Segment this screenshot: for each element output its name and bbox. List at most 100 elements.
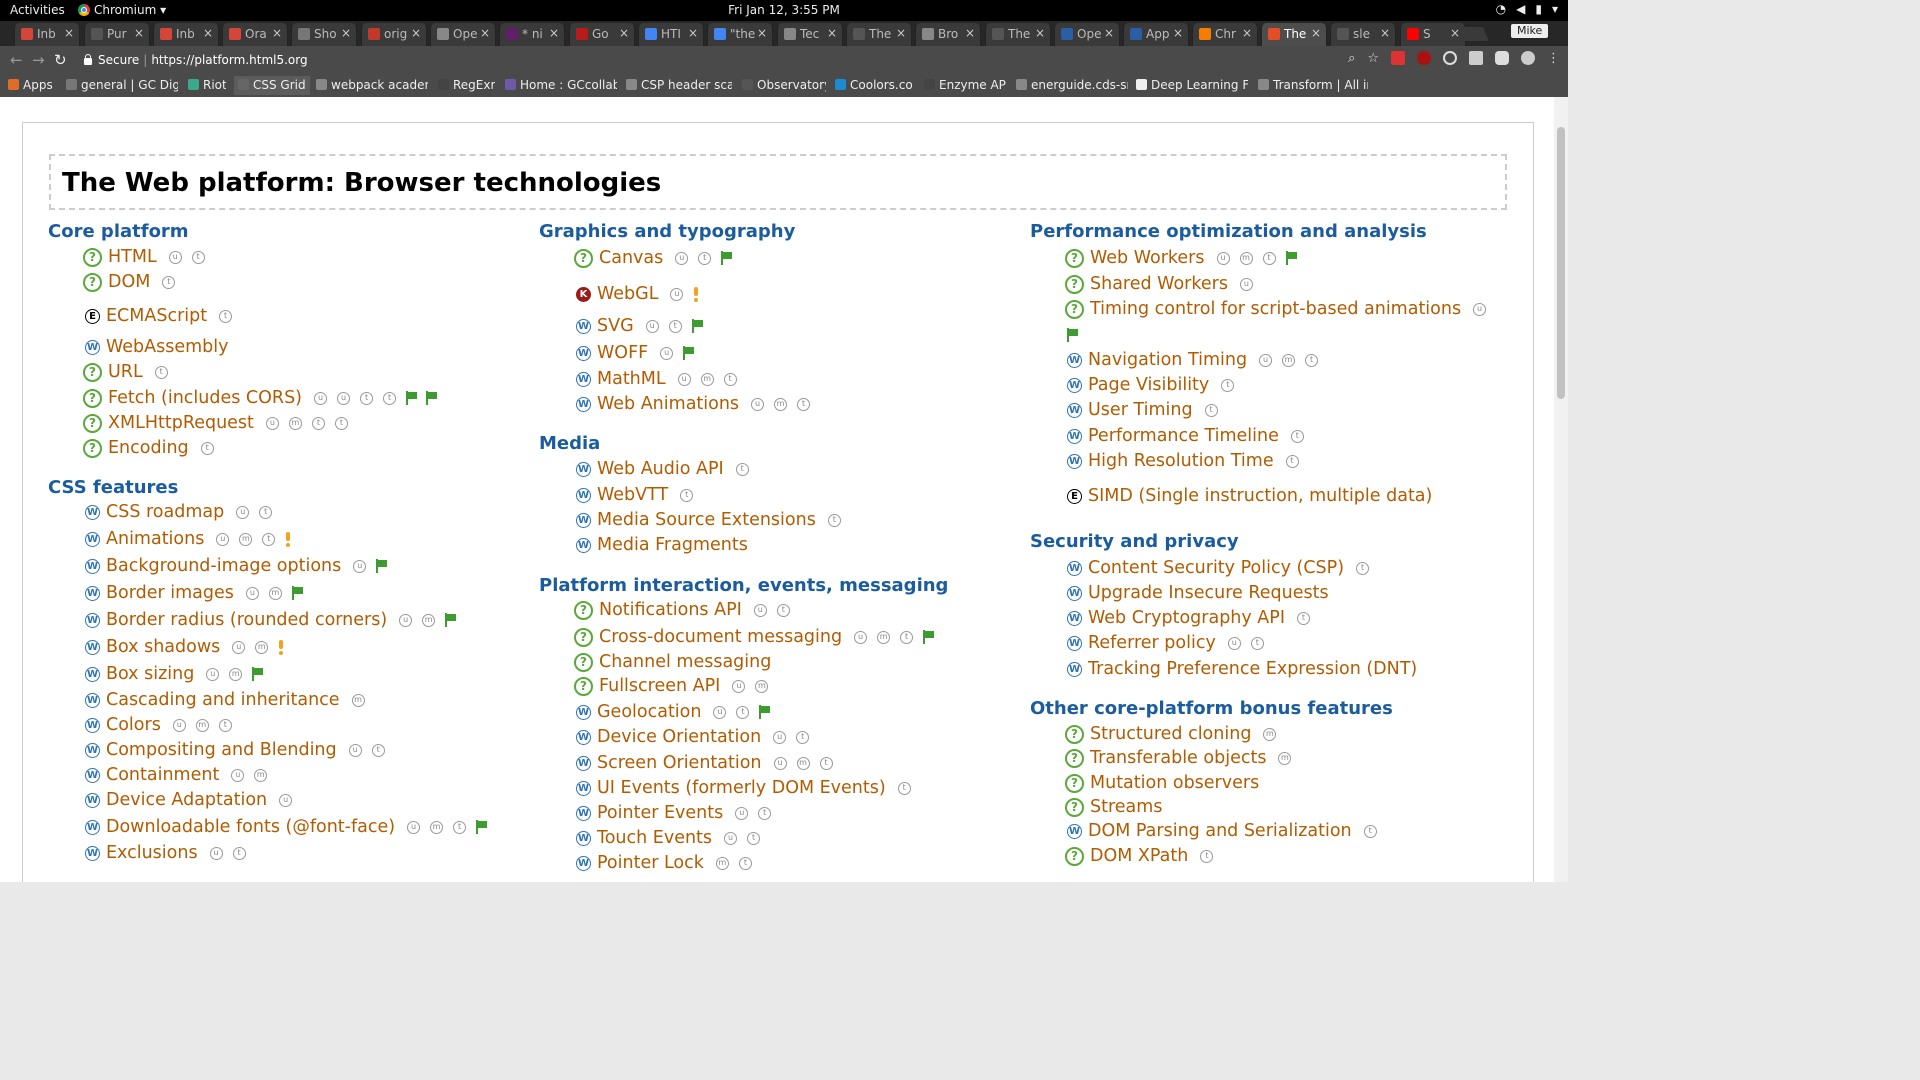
m-reference-icon[interactable]: m [1278, 751, 1292, 765]
tab[interactable]: The × [1261, 23, 1327, 46]
feature-link[interactable]: Background-image options [106, 556, 341, 576]
feature-link[interactable]: Content Security Policy (CSP) [1088, 558, 1344, 578]
u-reference-icon[interactable]: u [1473, 302, 1487, 316]
feature-item[interactable]: W Content Security Policy (CSP) t [1067, 558, 1370, 578]
tab[interactable]: Go × [569, 23, 635, 46]
tab-close-icon[interactable]: × [1242, 26, 1252, 40]
tab-close-icon[interactable]: × [341, 26, 351, 40]
feature-link[interactable]: Structured cloning [1090, 724, 1251, 744]
feature-link[interactable]: UI Events (formerly DOM Events) [597, 778, 886, 798]
u-reference-icon[interactable]: u [337, 391, 351, 405]
feature-link[interactable]: Page Visibility [1088, 375, 1209, 395]
tab-close-icon[interactable]: × [1380, 26, 1390, 40]
feature-item[interactable]: W UI Events (formerly DOM Events) t [576, 778, 911, 798]
tab-close-icon[interactable]: × [1450, 26, 1460, 40]
u-reference-icon[interactable]: u [713, 705, 727, 719]
feature-item[interactable]: ? Notifications API u t [574, 600, 790, 620]
t-reference-icon[interactable]: t [1204, 403, 1218, 417]
t-reference-icon[interactable]: t [668, 319, 682, 333]
tab-close-icon[interactable]: × [203, 26, 213, 40]
back-icon[interactable]: ← [10, 51, 23, 69]
tab-close-icon[interactable]: × [272, 26, 282, 40]
ublock-icon[interactable] [1417, 51, 1431, 65]
feature-link[interactable]: Animations [106, 529, 204, 549]
feature-item[interactable]: W Compositing and Blending u t [85, 740, 385, 760]
app-menu[interactable]: Chromium ▾ [78, 3, 166, 17]
t-reference-icon[interactable]: t [735, 462, 749, 476]
feature-link[interactable]: Navigation Timing [1088, 350, 1247, 370]
feature-link[interactable]: Cascading and inheritance [106, 690, 340, 710]
feature-item[interactable]: ? Fullscreen API u m [574, 676, 769, 696]
u-reference-icon[interactable]: u [236, 505, 250, 519]
u-reference-icon[interactable]: u [773, 756, 787, 770]
feature-item[interactable]: W Screen Orientation u m t [576, 753, 833, 773]
feature-item[interactable]: W Box sizing u m [85, 664, 264, 684]
extension-circle-icon[interactable] [1443, 51, 1457, 65]
tab[interactable]: "the × [707, 23, 773, 46]
t-reference-icon[interactable]: t [154, 365, 168, 379]
feature-link[interactable]: Web Audio API [597, 459, 724, 479]
u-reference-icon[interactable]: u [279, 793, 293, 807]
feature-item[interactable]: W WebVTT t [576, 485, 694, 505]
feature-link[interactable]: XMLHttpRequest [108, 413, 254, 433]
feature-link[interactable]: SIMD (Single instruction, multiple data) [1088, 486, 1432, 506]
u-reference-icon[interactable]: u [245, 586, 259, 600]
feature-item[interactable]: W Web Animations u m t [576, 394, 811, 414]
chat-extension-icon[interactable] [1495, 51, 1509, 65]
feature-link[interactable]: SVG [597, 316, 634, 336]
feature-item[interactable]: W WebAssembly [85, 337, 229, 357]
feature-link[interactable]: MathML [597, 369, 666, 389]
new-tab-button[interactable] [1459, 27, 1489, 41]
u-reference-icon[interactable]: u [172, 718, 186, 732]
feature-link[interactable]: DOM Parsing and Serialization [1088, 821, 1352, 841]
bookmark-item[interactable]: CSP header scan [626, 78, 732, 92]
feature-link[interactable]: Colors [106, 715, 161, 735]
tab[interactable]: Chr × [1192, 23, 1258, 46]
feature-item[interactable]: W Web Cryptography API t [1067, 608, 1310, 628]
u-reference-icon[interactable]: u [216, 532, 230, 546]
feature-item[interactable]: W Exclusions u t [85, 843, 246, 863]
t-reference-icon[interactable]: t [796, 730, 810, 744]
t-reference-icon[interactable]: t [218, 718, 232, 732]
zoom-icon[interactable]: ⌕ [1348, 51, 1355, 66]
feature-item[interactable]: W WOFF u [576, 343, 695, 363]
u-reference-icon[interactable]: u [1259, 353, 1273, 367]
t-reference-icon[interactable]: t [698, 251, 712, 265]
feature-item[interactable]: E ECMAScript t [85, 306, 233, 326]
t-reference-icon[interactable]: t [1363, 824, 1377, 838]
tab-close-icon[interactable]: × [64, 26, 74, 40]
tab[interactable]: Ora × [222, 23, 288, 46]
feature-link[interactable]: Mutation observers [1090, 773, 1259, 793]
activities-button[interactable]: Activities [10, 3, 65, 17]
u-reference-icon[interactable]: u [675, 251, 689, 265]
tab[interactable]: Bro × [915, 23, 981, 46]
feature-link[interactable]: Web Animations [597, 394, 739, 414]
forward-icon[interactable]: → [32, 51, 45, 69]
t-reference-icon[interactable]: t [776, 603, 790, 617]
feature-link[interactable]: Downloadable fonts (@font-face) [106, 817, 395, 837]
feature-link[interactable]: Pointer Lock [597, 853, 704, 873]
t-reference-icon[interactable]: t [262, 532, 276, 546]
bookmark-item[interactable]: Apps [8, 78, 53, 92]
feature-item[interactable]: W Border images u m [85, 583, 303, 603]
feature-item[interactable]: ? DOM XPath t [1065, 846, 1214, 866]
t-reference-icon[interactable]: t [162, 275, 176, 289]
tab-close-icon[interactable]: × [896, 26, 906, 40]
tab[interactable]: Tec × [777, 23, 843, 46]
feature-link[interactable]: WebAssembly [106, 337, 229, 357]
feature-link[interactable]: WebGL [597, 284, 658, 304]
t-reference-icon[interactable]: t [1305, 353, 1319, 367]
feature-item[interactable]: W Background-image options u [85, 556, 388, 576]
t-reference-icon[interactable]: t [900, 630, 914, 644]
m-reference-icon[interactable]: m [796, 756, 810, 770]
tab-close-icon[interactable]: × [1311, 26, 1321, 40]
t-reference-icon[interactable]: t [747, 831, 761, 845]
feature-link[interactable]: DOM [108, 272, 150, 292]
feature-item[interactable]: ? DOM t [83, 272, 176, 292]
settings-extension-icon[interactable] [1521, 51, 1535, 65]
feature-link[interactable]: DOM XPath [1090, 846, 1188, 866]
feature-link[interactable]: Performance Timeline [1088, 426, 1279, 446]
u-reference-icon[interactable]: u [670, 287, 684, 301]
scrollbar-thumb[interactable] [1557, 127, 1565, 399]
feature-link[interactable]: Border radius (rounded corners) [106, 610, 387, 630]
